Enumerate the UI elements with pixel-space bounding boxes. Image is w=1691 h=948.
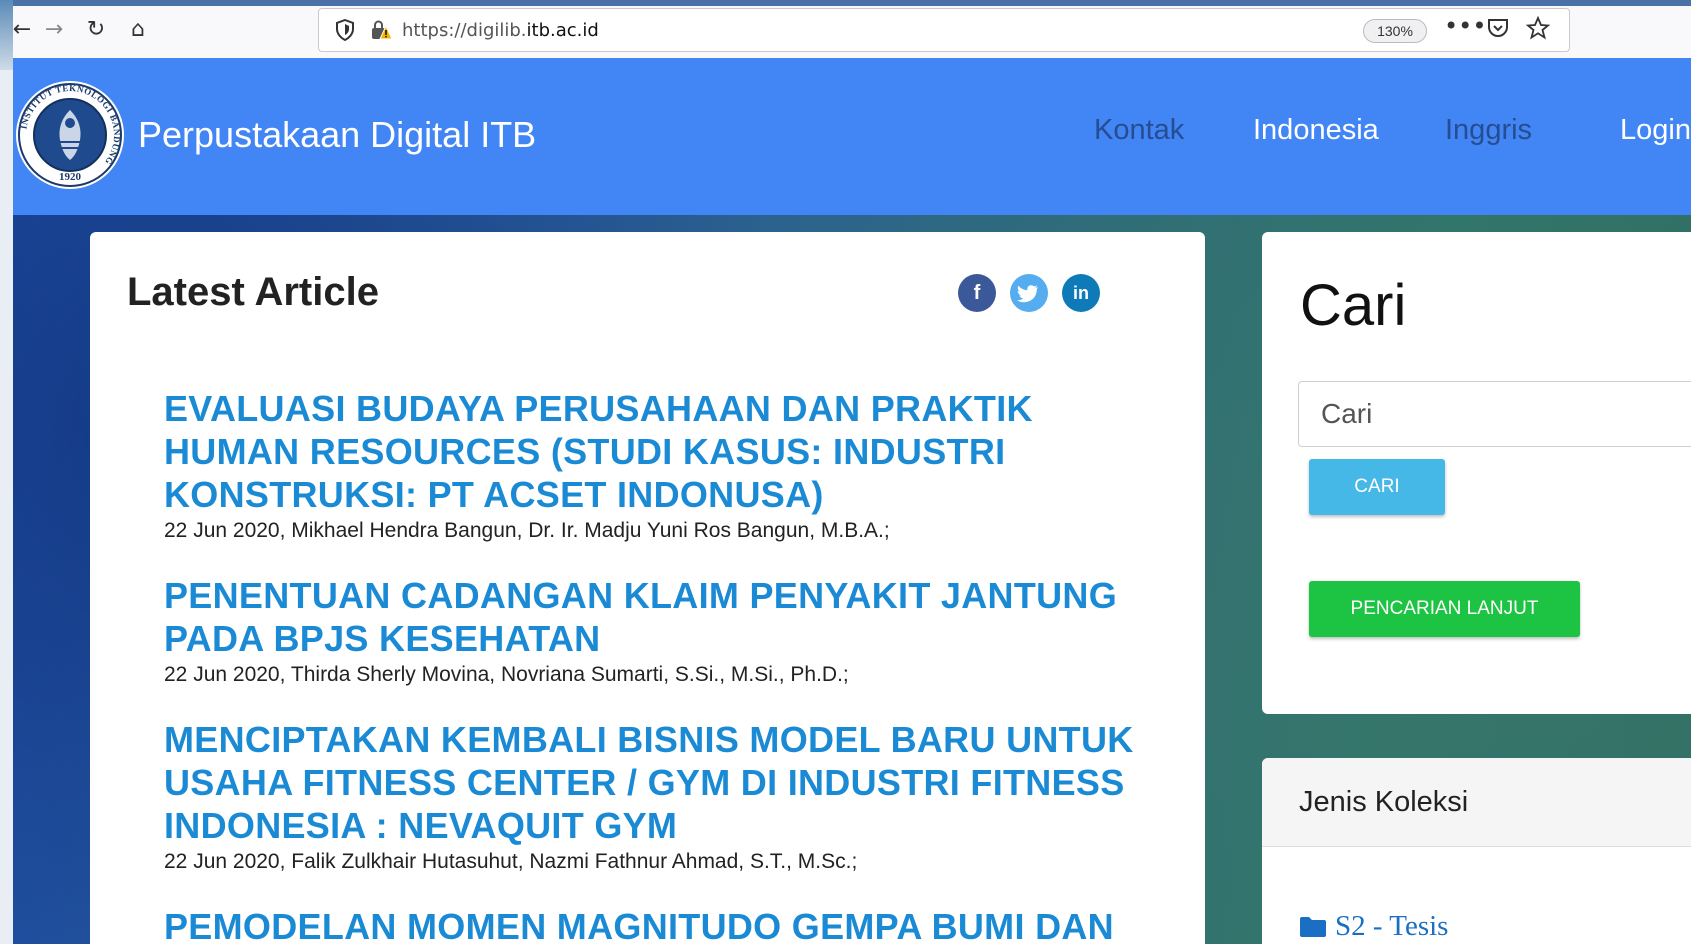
- site-header: INSTITUT TEKNOLOGI BANDUNG 1920 Perpusta…: [13, 58, 1691, 215]
- bookmark-star-icon[interactable]: [1526, 16, 1550, 40]
- article-title-link[interactable]: PENENTUAN CADANGAN KLAIM PENYAKIT JANTUN…: [164, 574, 1144, 660]
- article-item: MENCIPTAKAN KEMBALI BISNIS MODEL BARU UN…: [164, 718, 1144, 874]
- article-meta: 22 Jun 2020, Thirda Sherly Movina, Novri…: [164, 663, 849, 686]
- forward-icon[interactable]: →: [39, 14, 69, 44]
- site-title[interactable]: Perpustakaan Digital ITB: [138, 114, 536, 156]
- zoom-level[interactable]: 130%: [1363, 19, 1427, 43]
- search-input[interactable]: [1298, 381, 1691, 447]
- desktop-background-strip: [0, 0, 13, 944]
- nav-login[interactable]: Login: [1620, 114, 1691, 147]
- itb-logo[interactable]: INSTITUT TEKNOLOGI BANDUNG 1920: [15, 80, 125, 190]
- search-button[interactable]: CARI: [1309, 459, 1445, 515]
- back-icon[interactable]: ←: [7, 14, 37, 44]
- collection-card-header: Jenis Koleksi: [1262, 758, 1691, 847]
- lock-icon[interactable]: [369, 18, 393, 42]
- shield-icon[interactable]: [335, 19, 355, 41]
- browser-toolbar: ← → ↻ ⌂ https://digilib.itb.ac.id 130% •…: [13, 0, 1691, 59]
- url-text[interactable]: https://digilib.itb.ac.id: [402, 20, 599, 41]
- folder-icon: [1300, 916, 1326, 937]
- linkedin-icon[interactable]: in: [1062, 274, 1100, 312]
- latest-article-card: Latest Article f in EVALUASI BUDAYA PERU…: [90, 232, 1205, 947]
- search-title: Cari: [1300, 273, 1407, 338]
- collection-item-s2-tesis[interactable]: S2 - Tesis: [1299, 910, 1448, 943]
- latest-article-title: Latest Article: [127, 270, 379, 314]
- facebook-icon[interactable]: f: [958, 274, 996, 312]
- article-item: EVALUASI BUDAYA PERUSAHAAN DAN PRAKTIK H…: [164, 387, 1144, 543]
- advanced-search-button[interactable]: PENCARIAN LANJUT: [1309, 581, 1580, 637]
- pocket-icon[interactable]: [1487, 17, 1509, 39]
- home-icon[interactable]: ⌂: [123, 14, 153, 44]
- article-title-link[interactable]: EVALUASI BUDAYA PERUSAHAAN DAN PRAKTIK H…: [164, 387, 1144, 516]
- nav-indonesia[interactable]: Indonesia: [1253, 114, 1379, 147]
- collection-title: Jenis Koleksi: [1299, 786, 1469, 818]
- nav-kontak[interactable]: Kontak: [1094, 114, 1184, 147]
- twitter-icon[interactable]: [1010, 274, 1048, 312]
- article-title-link[interactable]: MENCIPTAKAN KEMBALI BISNIS MODEL BARU UN…: [164, 718, 1144, 847]
- collection-card: Jenis Koleksi S2 - Tesis: [1262, 758, 1691, 944]
- svg-text:1920: 1920: [59, 171, 82, 183]
- nav-inggris[interactable]: Inggris: [1445, 114, 1532, 147]
- search-card: Cari CARI PENCARIAN LANJUT: [1262, 232, 1691, 714]
- article-title-link[interactable]: PEMODELAN MOMEN MAGNITUDO GEMPA BUMI DAN: [164, 905, 1144, 948]
- article-meta: 22 Jun 2020, Mikhael Hendra Bangun, Dr. …: [164, 519, 890, 542]
- address-bar[interactable]: https://digilib.itb.ac.id 130%: [318, 8, 1570, 52]
- more-icon[interactable]: •••: [1444, 12, 1486, 40]
- reload-icon[interactable]: ↻: [81, 14, 111, 44]
- article-meta: 22 Jun 2020, Falik Zulkhair Hutasuhut, N…: [164, 850, 858, 873]
- article-item: PEMODELAN MOMEN MAGNITUDO GEMPA BUMI DAN: [164, 905, 1144, 948]
- article-item: PENENTUAN CADANGAN KLAIM PENYAKIT JANTUN…: [164, 574, 1144, 687]
- collection-item-label[interactable]: S2 - Tesis: [1335, 910, 1448, 943]
